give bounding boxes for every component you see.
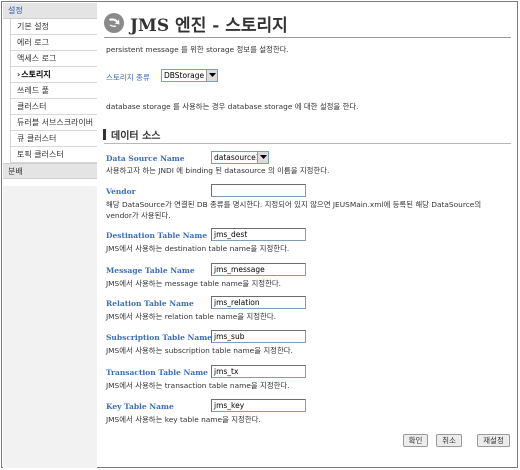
sidebar-item-label: 기본 설정 xyxy=(17,22,49,31)
subscription-table-help: JMS에서 사용하는 subscription table name을 지정한다… xyxy=(106,346,293,355)
message-table-help: JMS에서 사용하는 message table name을 지정한다. xyxy=(106,279,282,288)
key-table-help: JMS에서 사용하는 key table name을 지정한다. xyxy=(106,415,261,424)
sidebar-item-access-log[interactable]: 액세스 로그 xyxy=(11,51,97,67)
vendor-help-line1: 해당 DataSource가 연결된 DB 종류를 명시한다. 지정되어 있지 … xyxy=(106,200,482,209)
active-marker-icon: › xyxy=(17,70,21,79)
data-source-name-value: datasource1 xyxy=(214,153,261,162)
sidebar-item-label: 클러스터 xyxy=(17,102,47,111)
storage-type-value: DBStorage xyxy=(164,71,205,80)
message-table-field[interactable]: jms_message xyxy=(211,263,306,276)
arrow-circle-icon xyxy=(104,13,124,33)
confirm-button[interactable]: 확인 xyxy=(403,434,428,447)
transaction-table-field[interactable]: jms_tx xyxy=(211,365,306,378)
key-table-label: Key Table Name xyxy=(106,402,174,411)
chevron-down-icon xyxy=(257,152,268,163)
data-source-name-help: 사용하고자 하는 JNDI 에 binding 된 datasource 의 이… xyxy=(106,166,330,175)
sidebar-item-basic-settings[interactable]: 기본 설정 xyxy=(11,19,97,35)
main-content: JMS 엔진 - 스토리지 persistent message 를 위한 st… xyxy=(99,3,516,466)
sidebar-item-storage[interactable]: ›스토리지 xyxy=(11,67,97,83)
sidebar-item-topic-cluster[interactable]: 토픽 클러스터 xyxy=(11,147,97,163)
sidebar-item-label: 토픽 클러스터 xyxy=(17,150,64,159)
section-divider xyxy=(104,143,511,144)
destination-table-help: JMS에서 사용하는 destination table name을 지정한다. xyxy=(106,244,290,253)
sidebar-item-cluster[interactable]: 클러스터 xyxy=(11,99,97,115)
section-title: 데이터 소스 xyxy=(111,131,161,142)
sidebar-item-label: 에러 로그 xyxy=(17,38,49,47)
cancel-button[interactable]: 취소 xyxy=(436,434,462,447)
sidebar-item-label: 스토리지 xyxy=(21,70,51,79)
sidebar-item-label: 액세스 로그 xyxy=(17,54,57,63)
reset-button[interactable]: 재설정 xyxy=(477,434,510,447)
sidebar: 설정 기본 설정 에러 로그 액세스 로그 ›스토리지 쓰레드 풀 클러스터 듀… xyxy=(3,3,97,468)
vendor-help-line2: vendor가 사용된다. xyxy=(106,211,171,220)
vendor-label: Vendor xyxy=(106,187,136,196)
relation-table-label: Relation Table Name xyxy=(106,299,194,308)
sidebar-menu: 기본 설정 에러 로그 액세스 로그 ›스토리지 쓰레드 풀 클러스터 듀러블 … xyxy=(10,19,97,163)
relation-table-help: JMS에서 사용하는 relation table name을 지정한다. xyxy=(106,312,276,321)
vendor-field[interactable] xyxy=(211,184,306,197)
sidebar-item-error-log[interactable]: 에러 로그 xyxy=(11,35,97,51)
transaction-table-label: Transaction Table Name xyxy=(106,368,208,377)
relation-table-field[interactable]: jms_relation xyxy=(211,296,306,309)
storage-type-label: 스토리지 종류 xyxy=(106,73,150,82)
message-table-label: Message Table Name xyxy=(106,266,195,275)
transaction-table-help: JMS에서 사용하는 transaction table name을 지정한다. xyxy=(106,381,290,390)
chevron-down-icon xyxy=(206,70,217,81)
storage-type-select[interactable]: DBStorage xyxy=(161,69,218,82)
sidebar-item-label: 쓰레드 풀 xyxy=(17,86,49,95)
sidebar-tab-distribution[interactable]: 분배 xyxy=(3,163,97,179)
page-title-row: JMS 엔진 - 스토리지 xyxy=(104,11,288,36)
destination-table-field[interactable]: jms_dest xyxy=(211,228,306,241)
section-header: 데이터 소스 xyxy=(103,127,160,142)
sidebar-tab-settings[interactable]: 설정 xyxy=(3,3,97,19)
page-description: persistent message 를 위한 storage 정보를 설정한다… xyxy=(106,45,289,54)
window-frame: 설정 기본 설정 에러 로그 액세스 로그 ›스토리지 쓰레드 풀 클러스터 듀… xyxy=(1,1,518,468)
key-table-field[interactable]: jms_key xyxy=(211,399,306,412)
page-title: JMS 엔진 - 스토리지 xyxy=(130,15,288,36)
data-source-name-label: Data Source Name xyxy=(106,154,185,163)
title-divider xyxy=(104,37,511,38)
storage-type-help: database storage 를 사용하는 경우 database stor… xyxy=(106,102,359,111)
destination-table-label: Destination Table Name xyxy=(106,231,208,240)
sidebar-item-label: 듀러블 서브스크라이버 xyxy=(17,118,94,127)
sidebar-empty-area xyxy=(3,186,97,468)
data-source-name-select[interactable]: datasource1 xyxy=(211,151,269,164)
section-marker xyxy=(103,129,106,140)
sidebar-item-queue-cluster[interactable]: 큐 클러스터 xyxy=(11,131,97,147)
sidebar-item-durable-subscriber[interactable]: 듀러블 서브스크라이버 xyxy=(11,115,97,131)
subscription-table-field[interactable]: jms_sub xyxy=(211,330,306,343)
subscription-table-label: Subscription Table Name xyxy=(106,333,212,342)
sidebar-item-label: 큐 클러스터 xyxy=(17,134,57,143)
sidebar-item-thread-pool[interactable]: 쓰레드 풀 xyxy=(11,83,97,99)
